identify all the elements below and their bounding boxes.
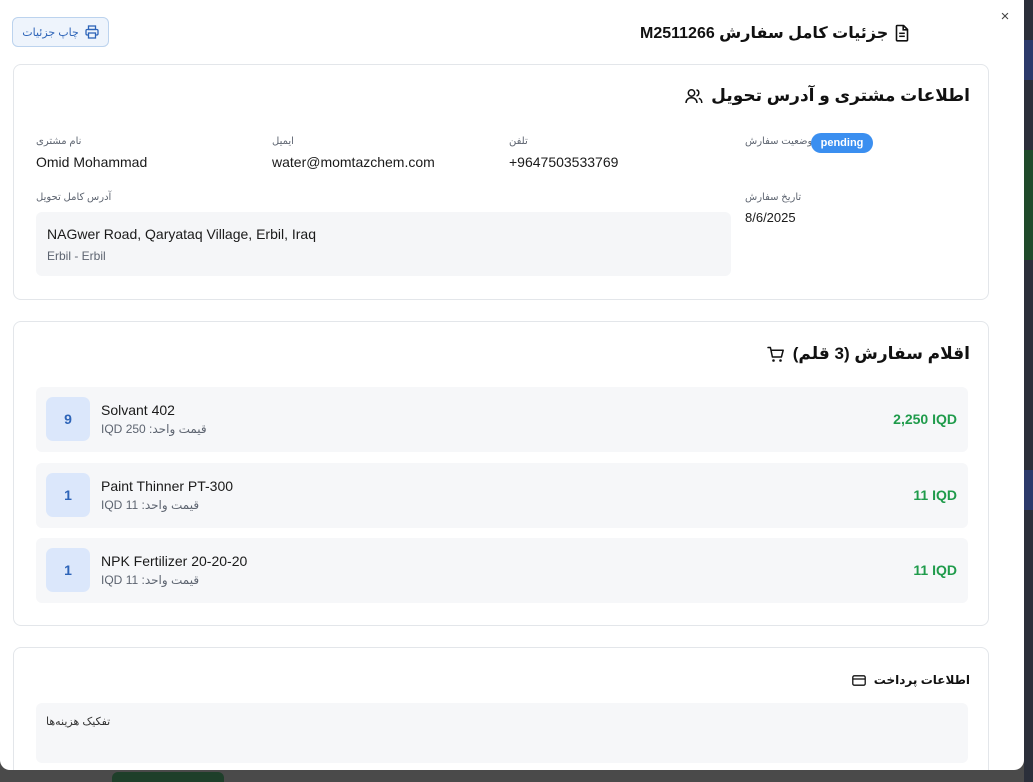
status-badge: pending [811, 133, 873, 153]
item-quantity: 9 [46, 397, 90, 441]
customer-name-value: Omid Mohammad [36, 154, 148, 170]
items-title-text: اقلام سفارش (3 قلم) [792, 344, 970, 363]
modal-title-text: جزئیات کامل سفارش M2511266 [640, 25, 889, 42]
item-quantity: 1 [46, 473, 90, 517]
address-line1: NAGwer Road, Qaryataq Village, Erbil, Ir… [47, 226, 316, 242]
cost-breakdown-title: تفکیک هزینه‌ها [46, 716, 111, 728]
order-item-row: 1 NPK Fertilizer 20-20-20 قیمت واحد: 11 … [36, 538, 968, 603]
phone-label: تلفن [509, 136, 528, 147]
payment-title-text: اطلاعات پرداخت [873, 673, 970, 687]
item-total: 2,250 IQD [893, 411, 957, 427]
customer-section-title: اطلاعات مشتری و آدرس تحویل [685, 86, 970, 106]
status-label: وضعیت سفارش [745, 136, 813, 147]
address-box: NAGwer Road, Qaryataq Village, Erbil, Ir… [36, 212, 731, 276]
item-total: 11 IQD [913, 562, 957, 578]
document-icon [894, 24, 910, 42]
address-label: آدرس کامل تحویل [36, 192, 112, 203]
printer-icon [85, 25, 99, 39]
payment-info-card: اطلاعات پرداخت تفکیک هزینه‌ها [13, 647, 989, 770]
cart-icon [766, 346, 785, 363]
order-item-row: 1 Paint Thinner PT-300 قیمت واحد: 11 IQD… [36, 463, 968, 528]
item-unit-price: قیمت واحد: 11 IQD [101, 573, 200, 587]
phone-value: +9647503533769 [509, 154, 619, 170]
order-items-card: اقلام سفارش (3 قلم) 9 Solvant 402 قیمت و… [13, 321, 989, 626]
item-unit-price: قیمت واحد: 250 IQD [101, 422, 207, 436]
cost-breakdown-box: تفکیک هزینه‌ها [36, 703, 968, 763]
users-icon [685, 88, 703, 104]
item-name: Solvant 402 [101, 402, 175, 418]
email-value: water@momtazchem.com [272, 154, 435, 170]
background-page-edge [1024, 0, 1033, 782]
print-details-button[interactable]: چاپ جزئیات [12, 17, 109, 47]
customer-info-card: اطلاعات مشتری و آدرس تحویل وضعیت سفارش p… [13, 64, 989, 300]
item-name: Paint Thinner PT-300 [101, 478, 234, 494]
customer-name-label: نام مشتری [36, 136, 82, 147]
credit-card-icon [851, 674, 866, 686]
order-date-label: تاریخ سفارش [745, 192, 802, 203]
email-label: ایمیل [272, 136, 294, 147]
payment-section-title: اطلاعات پرداخت [851, 673, 970, 687]
items-section-title: اقلام سفارش (3 قلم) [766, 344, 970, 364]
modal-title: جزئیات کامل سفارش M2511266 [640, 22, 1004, 44]
customer-title-text: اطلاعات مشتری و آدرس تحویل [711, 86, 970, 105]
background-button [112, 772, 224, 782]
order-date-value: 8/6/2025 [745, 210, 796, 225]
item-unit-price: قیمت واحد: 11 IQD [101, 498, 200, 512]
item-total: 11 IQD [913, 487, 957, 503]
order-item-row: 9 Solvant 402 قیمت واحد: 250 IQD 2,250 I… [36, 387, 968, 452]
print-details-label: چاپ جزئیات [22, 26, 79, 39]
item-quantity: 1 [46, 548, 90, 592]
item-name: NPK Fertilizer 20-20-20 [101, 553, 248, 569]
order-details-modal: × جزئیات کامل سفارش M2511266 چاپ جزئیات … [0, 0, 1024, 770]
address-line2: Erbil - Erbil [47, 249, 106, 263]
